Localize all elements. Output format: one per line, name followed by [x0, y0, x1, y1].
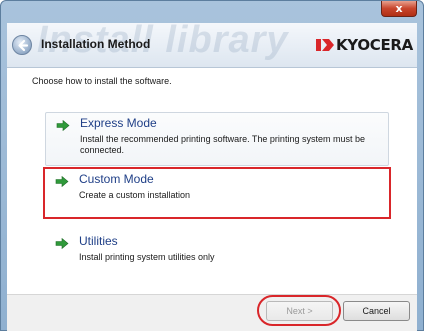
wizard-header: Install library Installation Method KYOC…	[7, 19, 417, 68]
option-description: Install the recommended printing softwar…	[80, 134, 365, 155]
option-custom-mode[interactable]: Custom Mode Create a custom installation	[43, 167, 391, 219]
wizard-footer: Next > Cancel	[7, 294, 417, 331]
back-arrow-icon[interactable]	[12, 35, 32, 55]
green-arrow-icon	[55, 238, 69, 249]
logo-wordmark: KYOCERA	[335, 36, 413, 54]
green-arrow-icon	[55, 176, 69, 187]
option-title: Custom Mode	[79, 172, 154, 186]
wizard-content: Choose how to install the software. Expr…	[7, 68, 417, 294]
installer-window: x Install library Installation Method KY…	[0, 0, 424, 331]
kyocera-logo: KYOCERA	[315, 35, 413, 55]
option-express-mode[interactable]: Express Mode Install the recommended pri…	[45, 112, 389, 166]
next-button[interactable]: Next >	[266, 301, 333, 321]
option-title: Express Mode	[80, 116, 157, 130]
option-description: Create a custom installation	[79, 190, 191, 200]
page-title: Installation Method	[41, 37, 151, 51]
cancel-button[interactable]: Cancel	[343, 301, 410, 321]
option-description: Install printing system utilities only	[79, 252, 215, 262]
option-utilities[interactable]: Utilities Install printing system utilit…	[45, 231, 389, 271]
option-title: Utilities	[79, 234, 118, 248]
instruction-text: Choose how to install the software.	[32, 76, 172, 86]
close-button[interactable]: x	[381, 1, 417, 17]
kyocera-logo-icon	[315, 39, 334, 51]
green-arrow-icon	[56, 120, 70, 131]
